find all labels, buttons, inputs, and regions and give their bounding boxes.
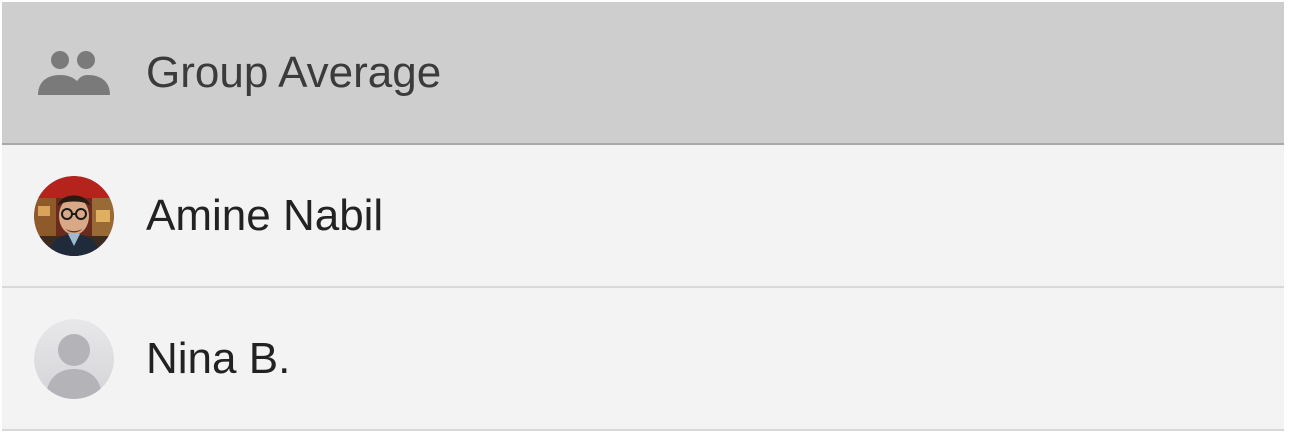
- group-average-label: Group Average: [146, 47, 442, 97]
- default-person-avatar: [34, 318, 114, 399]
- member-name: Nina B.: [146, 333, 291, 383]
- member-list: Group Average Amine Nabil Nina B.: [2, 2, 1284, 434]
- group-icon: [34, 33, 114, 113]
- member-name: Amine Nabil: [146, 190, 384, 240]
- group-average-row[interactable]: Group Average: [2, 2, 1284, 145]
- user-photo-avatar: [34, 175, 114, 256]
- member-row-amine-nabil[interactable]: Amine Nabil: [2, 145, 1284, 288]
- member-row-nina-b[interactable]: Nina B.: [2, 288, 1284, 431]
